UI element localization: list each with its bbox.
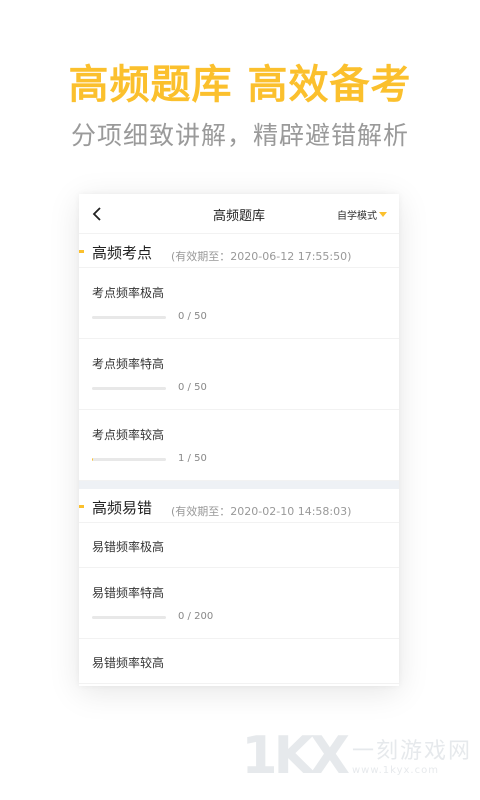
section-expiry: (有效期至：2020-02-10 14:58:03) (171, 505, 352, 518)
progress-text: 0 / 50 (178, 382, 207, 393)
section-header-kaodian: 高频考点 (有效期至：2020-06-12 17:55:50) (79, 234, 399, 268)
item-label: 考点频率极高 (92, 286, 165, 300)
watermark: 1KX 一刻游戏网 www.1kyx.com (241, 730, 472, 782)
watermark-url: www.1kyx.com (351, 765, 439, 776)
list-item[interactable]: 易错频率特高 0 / 200 (79, 568, 399, 639)
watermark-logo: 1KX (241, 726, 350, 786)
section-title: 高频易错 (92, 499, 153, 517)
progress-bar (92, 316, 166, 319)
item-label: 考点频率特高 (92, 357, 165, 371)
section-divider (79, 481, 399, 489)
progress-text: 1 / 50 (178, 453, 207, 464)
item-label: 考点频率较高 (92, 428, 165, 442)
hero-subtitle: 分项细致讲解，精辟避错解析 (70, 121, 409, 150)
item-label: 易错频率较高 (92, 656, 165, 670)
list-item[interactable]: 考点频率极高 0 / 50 (79, 268, 399, 339)
nav-bar: 高频题库 自学模式 (79, 194, 399, 234)
progress-bar (92, 616, 166, 619)
progress-bar (92, 387, 166, 390)
section-marker (79, 505, 84, 508)
list-item[interactable]: 考点频率较高 1 / 50 (79, 410, 399, 481)
mode-label: 自学模式 (337, 211, 377, 222)
progress-text: 0 / 50 (178, 311, 207, 322)
section-title: 高频考点 (92, 244, 153, 262)
mode-selector[interactable]: 自学模式 (337, 207, 387, 222)
item-label: 易错频率极高 (92, 540, 165, 554)
caret-down-icon (379, 212, 387, 217)
section-header-yicuo: 高频易错 (有效期至：2020-02-10 14:58:03) (79, 489, 399, 523)
progress-text: 0 / 200 (178, 611, 214, 622)
list-item[interactable]: 易错频率极高 (79, 523, 399, 568)
section-expiry: (有效期至：2020-06-12 17:55:50) (171, 250, 352, 263)
progress-fill (92, 458, 94, 461)
item-label: 易错频率特高 (92, 586, 165, 600)
phone-screen: 高频题库 自学模式 高频考点 (有效期至：2020-06-12 17:55:50… (79, 194, 399, 686)
list-item[interactable]: 考点频率特高 0 / 50 (79, 339, 399, 410)
section-marker (79, 250, 84, 253)
watermark-name: 一刻游戏网 (351, 739, 472, 764)
hero-title: 高频题库 高效备考 (68, 62, 412, 108)
progress-bar (92, 458, 166, 461)
list-item[interactable]: 易错频率较高 (79, 639, 399, 684)
